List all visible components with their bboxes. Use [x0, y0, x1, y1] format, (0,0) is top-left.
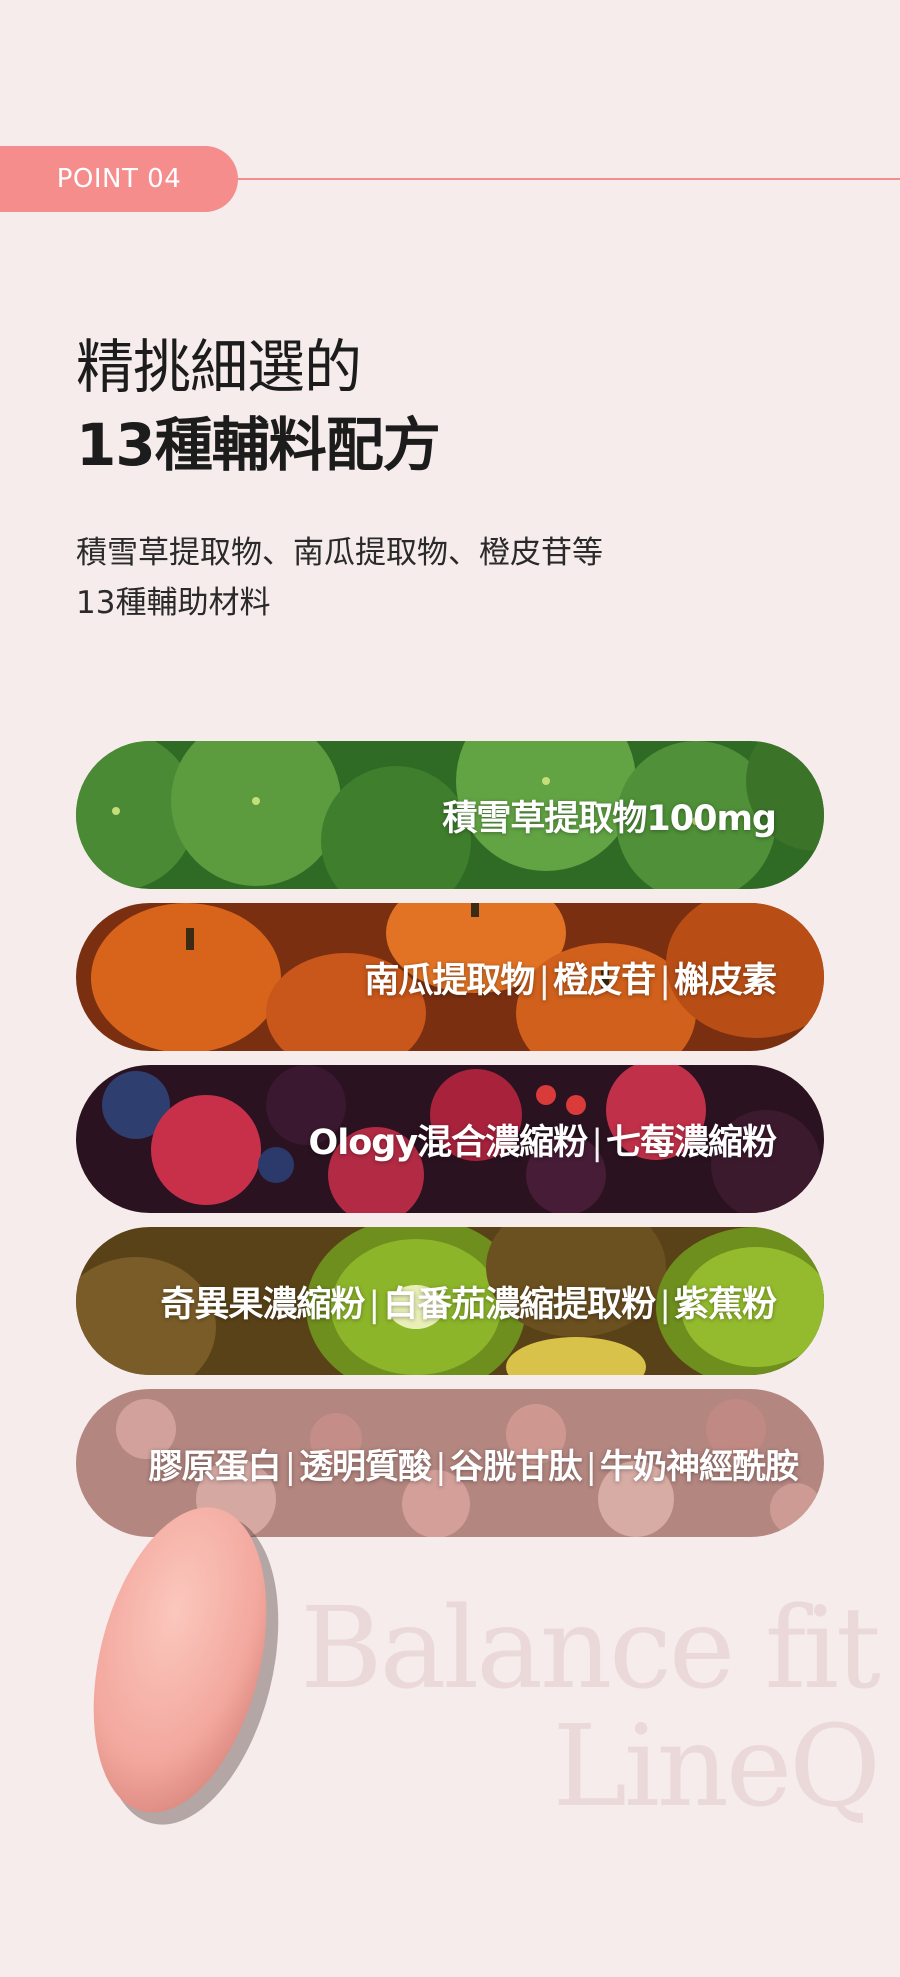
- ingredient-pill-kiwi: 奇異果濃縮粉 | 白番茄濃縮提取粉 | 紫蕉粉: [76, 1227, 824, 1375]
- headline-line1: 精挑細選的: [76, 333, 362, 401]
- ingredient-pill-berries: Ology混合濃縮粉 | 七莓濃縮粉: [76, 1065, 824, 1213]
- ingredient-label-1: 積雪草提取物100mg: [442, 798, 777, 839]
- description-line1: 積雪草提取物、南瓜提取物、橙皮苷等: [76, 535, 603, 571]
- ingredient-label-4: 奇異果濃縮粉 | 白番茄濃縮提取粉 | 紫蕉粉: [160, 1284, 777, 1325]
- point-label: POINT 04: [56, 164, 182, 194]
- description: 積雪草提取物、南瓜提取物、橙皮苷等 13種輔助材料: [76, 528, 603, 628]
- ingredient-label-2: 南瓜提取物 | 橙皮苷 | 槲皮素: [364, 960, 777, 1001]
- ingredient-label-3: Ology混合濃縮粉 | 七莓濃縮粉: [308, 1122, 777, 1163]
- watermark-line1: Balance fit: [300, 1584, 881, 1714]
- description-line2: 13種輔助材料: [76, 585, 271, 621]
- point-badge: POINT 04: [0, 146, 238, 212]
- headline-line2: 13種輔料配方: [76, 411, 441, 479]
- brand-watermark: Balance fit LineQ: [300, 1584, 881, 1832]
- point-divider-line: [238, 178, 900, 180]
- ingredient-label-5: 膠原蛋白 | 透明質酸 | 谷胱甘肽 | 牛奶神經酰胺: [148, 1446, 799, 1487]
- watermark-line2: LineQ: [552, 1702, 881, 1832]
- ingredient-pill-pumpkin: 南瓜提取物 | 橙皮苷 | 槲皮素: [76, 903, 824, 1051]
- headline: 精挑細選的 13種輔料配方: [76, 328, 441, 484]
- pink-tablet-image: [93, 1507, 279, 1825]
- ingredient-pill-centella: 積雪草提取物100mg: [76, 741, 824, 889]
